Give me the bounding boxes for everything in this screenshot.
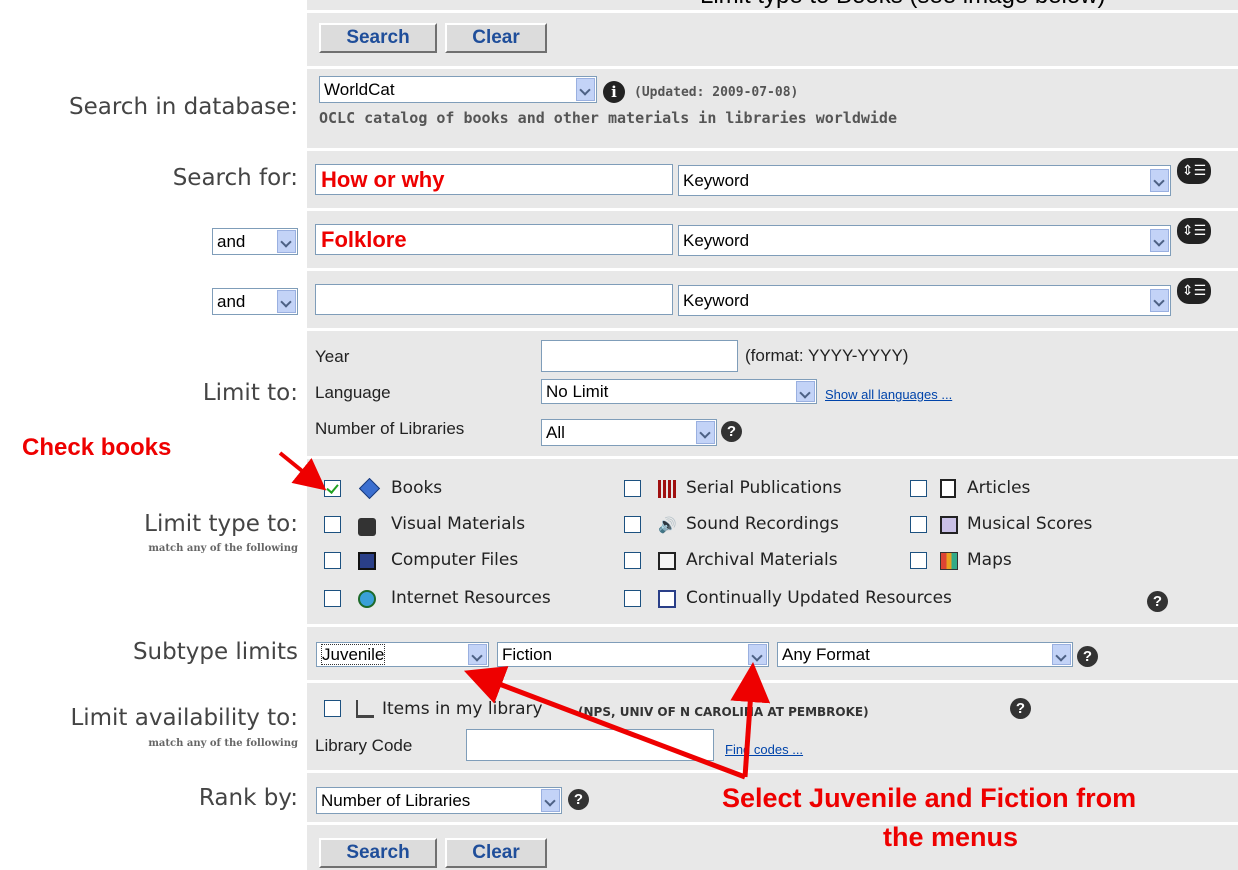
arrow-to-books [278, 451, 327, 491]
arrow-to-juvenile [463, 666, 746, 780]
annotation-arrows [278, 451, 771, 780]
arrow-to-fiction [730, 662, 771, 778]
